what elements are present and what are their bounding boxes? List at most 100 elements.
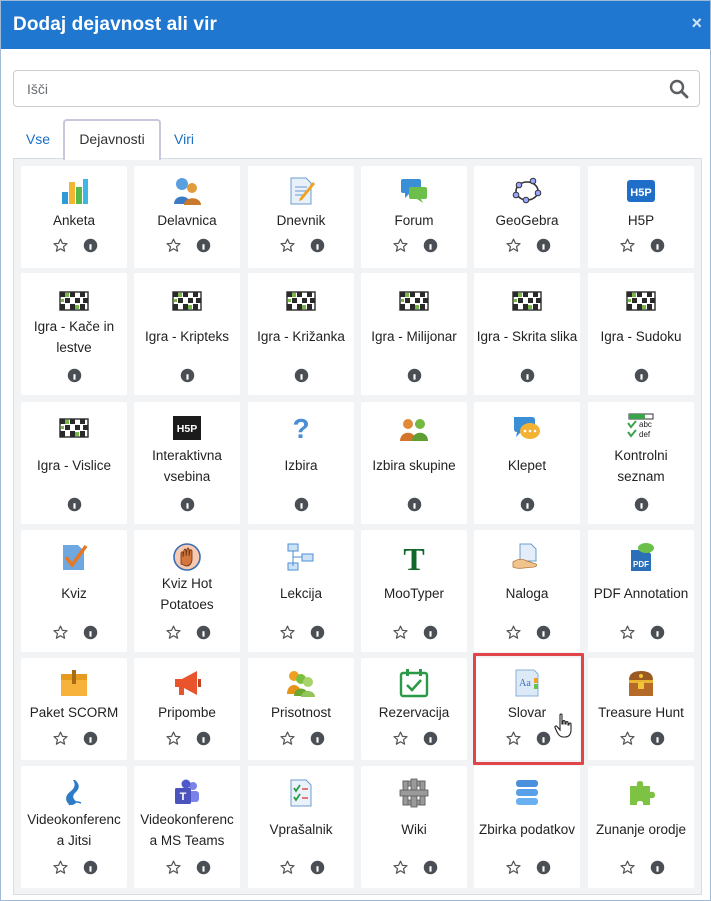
info-icon[interactable]	[520, 368, 535, 383]
info-icon[interactable]	[520, 497, 535, 512]
info-icon[interactable]	[83, 731, 98, 746]
star-icon[interactable]	[393, 238, 408, 253]
info-icon[interactable]	[67, 497, 82, 512]
info-icon[interactable]	[634, 497, 649, 512]
search-input[interactable]	[14, 71, 654, 106]
info-icon[interactable]	[650, 625, 665, 640]
activity-card[interactable]: Lekcija	[248, 530, 354, 652]
activity-card[interactable]: Klepet	[474, 402, 580, 524]
info-icon[interactable]	[180, 497, 195, 512]
star-icon[interactable]	[280, 238, 295, 253]
activity-card[interactable]: Igra - Skrita slika	[474, 273, 580, 395]
activity-card[interactable]: Dnevnik	[248, 166, 354, 268]
star-icon[interactable]	[53, 625, 68, 640]
activity-card[interactable]: Anketa	[21, 166, 127, 268]
info-icon[interactable]	[180, 368, 195, 383]
activity-card[interactable]: Zunanje orodje	[588, 766, 694, 888]
star-icon[interactable]	[620, 860, 635, 875]
activity-card[interactable]: T MooTyper	[361, 530, 467, 652]
activity-card[interactable]: Igra - Kripteks	[134, 273, 240, 395]
star-icon[interactable]	[166, 625, 181, 640]
info-icon[interactable]	[310, 860, 325, 875]
activity-card[interactable]: Paket SCORM	[21, 658, 127, 760]
close-icon[interactable]: ×	[691, 13, 702, 33]
info-icon[interactable]	[83, 625, 98, 640]
activity-card[interactable]: H5P Interaktivna vsebina	[134, 402, 240, 524]
star-icon[interactable]	[506, 731, 521, 746]
info-icon[interactable]	[423, 625, 438, 640]
info-icon[interactable]	[310, 625, 325, 640]
info-icon[interactable]	[423, 860, 438, 875]
activity-card[interactable]: Rezervacija	[361, 658, 467, 760]
activity-card[interactable]: Naloga	[474, 530, 580, 652]
star-icon[interactable]	[393, 860, 408, 875]
star-icon[interactable]	[620, 625, 635, 640]
tab-resources[interactable]: Viri	[163, 119, 205, 160]
activity-card[interactable]: Wiki	[361, 766, 467, 888]
activity-card[interactable]: Vprašalnik	[248, 766, 354, 888]
info-icon[interactable]	[310, 238, 325, 253]
activity-card[interactable]: abc def Kontrolni seznam	[588, 402, 694, 524]
info-icon[interactable]	[196, 625, 211, 640]
info-icon[interactable]	[650, 860, 665, 875]
info-icon[interactable]	[536, 731, 551, 746]
info-icon[interactable]	[536, 238, 551, 253]
info-icon[interactable]	[196, 731, 211, 746]
activity-card[interactable]: Prisotnost	[248, 658, 354, 760]
activity-card[interactable]: Igra - Milijonar	[361, 273, 467, 395]
tab-all[interactable]: Vse	[13, 119, 63, 160]
info-icon[interactable]	[83, 860, 98, 875]
activity-card[interactable]: Igra - Sudoku	[588, 273, 694, 395]
star-icon[interactable]	[393, 731, 408, 746]
activity-card[interactable]: Aa Slovar	[474, 658, 580, 760]
activity-card[interactable]: T Videokonferenc a MS Teams	[134, 766, 240, 888]
star-icon[interactable]	[280, 860, 295, 875]
info-icon[interactable]	[294, 497, 309, 512]
star-icon[interactable]	[53, 238, 68, 253]
star-icon[interactable]	[166, 860, 181, 875]
activity-card[interactable]: GeoGebra	[474, 166, 580, 268]
star-icon[interactable]	[53, 731, 68, 746]
activity-card[interactable]: Zbirka podatkov	[474, 766, 580, 888]
info-icon[interactable]	[536, 625, 551, 640]
star-icon[interactable]	[166, 731, 181, 746]
activity-card[interactable]: Treasure Hunt	[588, 658, 694, 760]
activity-card[interactable]: Igra - Križanka	[248, 273, 354, 395]
star-icon[interactable]	[620, 238, 635, 253]
activity-card[interactable]: H5P H5P	[588, 166, 694, 268]
activity-card[interactable]: Kviz Hot Potatoes	[134, 530, 240, 652]
star-icon[interactable]	[506, 860, 521, 875]
star-icon[interactable]	[53, 860, 68, 875]
info-icon[interactable]	[196, 238, 211, 253]
info-icon[interactable]	[83, 238, 98, 253]
info-icon[interactable]	[67, 368, 82, 383]
info-icon[interactable]	[407, 368, 422, 383]
activity-card[interactable]: Igra - Kače in lestve	[21, 273, 127, 395]
star-icon[interactable]	[280, 625, 295, 640]
info-icon[interactable]	[310, 731, 325, 746]
info-icon[interactable]	[650, 731, 665, 746]
search-icon[interactable]	[669, 79, 689, 99]
activity-card[interactable]: Pripombe	[134, 658, 240, 760]
activity-card[interactable]: Igra - Vislice	[21, 402, 127, 524]
info-icon[interactable]	[407, 497, 422, 512]
info-icon[interactable]	[634, 368, 649, 383]
star-icon[interactable]	[506, 238, 521, 253]
star-icon[interactable]	[393, 625, 408, 640]
activity-card[interactable]: Forum	[361, 166, 467, 268]
info-icon[interactable]	[536, 860, 551, 875]
activity-card[interactable]: Delavnica	[134, 166, 240, 268]
star-icon[interactable]	[166, 238, 181, 253]
activity-card[interactable]: Izbira skupine	[361, 402, 467, 524]
info-icon[interactable]	[650, 238, 665, 253]
activity-card[interactable]: Kviz	[21, 530, 127, 652]
activity-card[interactable]: ? Izbira	[248, 402, 354, 524]
activity-card[interactable]: PDF PDF Annotation	[588, 530, 694, 652]
activity-card[interactable]: Videokonferenc a Jitsi	[21, 766, 127, 888]
star-icon[interactable]	[280, 731, 295, 746]
info-icon[interactable]	[196, 860, 211, 875]
info-icon[interactable]	[294, 368, 309, 383]
star-icon[interactable]	[620, 731, 635, 746]
info-icon[interactable]	[423, 238, 438, 253]
tab-activities[interactable]: Dejavnosti	[63, 119, 161, 160]
